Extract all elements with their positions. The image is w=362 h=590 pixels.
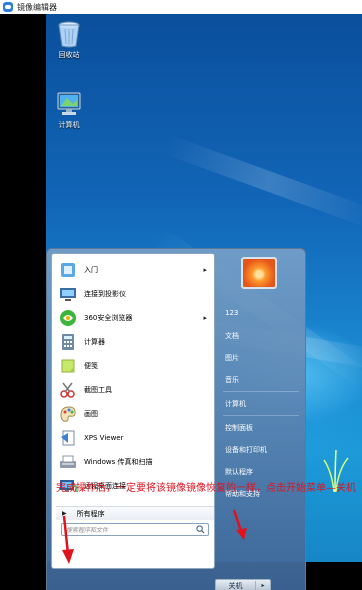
- desktop-icon-computer[interactable]: 计算机: [46, 90, 94, 130]
- start-item-label: 计算器: [84, 338, 105, 346]
- right-item-user[interactable]: 123: [225, 309, 238, 317]
- start-item-label: 连接到投影仪: [84, 290, 126, 298]
- all-programs-button[interactable]: ▶ 所有程序: [56, 506, 214, 520]
- shutdown-button-group: 关机 ▸: [215, 579, 271, 590]
- right-item-documents[interactable]: 文档: [225, 331, 239, 341]
- start-item-fax-scan[interactable]: Windows 传真和扫描: [54, 450, 212, 474]
- right-item-control-panel[interactable]: 控制面板: [225, 423, 253, 433]
- start-item-label: 截图工具: [84, 386, 112, 394]
- cloud-app-icon: [3, 2, 13, 12]
- desktop-icon-label: 回收站: [58, 51, 80, 59]
- right-item-pictures[interactable]: 图片: [225, 353, 239, 363]
- start-item-projector[interactable]: 连接到投影仪: [54, 282, 212, 306]
- projector-icon: [58, 284, 78, 304]
- start-item-label: 入门: [84, 266, 98, 274]
- paint-icon: [58, 404, 78, 424]
- remote-screen: 回收站 计算机 入门 ▸ 连接到投影仪 360安全浏览器 ▸ 计算器 便笺 截图…: [0, 14, 362, 590]
- divider: [223, 391, 299, 392]
- start-item-360-browser[interactable]: 360安全浏览器 ▸: [54, 306, 212, 330]
- desktop-icon-recycle-bin[interactable]: 回收站: [46, 20, 94, 60]
- right-item-default-programs[interactable]: 默认程序: [225, 467, 253, 477]
- fax-scan-icon: [58, 452, 78, 472]
- right-item-music[interactable]: 音乐: [225, 375, 239, 385]
- start-item-label: 360安全浏览器: [84, 314, 133, 322]
- window-title: 镜像编辑器: [17, 2, 57, 12]
- start-item-label: Windows 传真和扫描: [84, 458, 153, 466]
- red-arrow-to-shutdown: [232, 509, 247, 540]
- all-programs-label: 所有程序: [76, 509, 105, 518]
- computer-icon: [57, 92, 81, 115]
- divider: [223, 415, 299, 416]
- user-avatar[interactable]: [241, 257, 277, 289]
- recycle-bin-icon: [58, 21, 80, 48]
- instruction-annotation: 完成操作后，一定要将该镜像镜像恢复的一样，点击开始菜单—关机: [56, 483, 356, 494]
- 360-browser-icon: [58, 308, 78, 328]
- calculator-icon: [58, 332, 78, 352]
- title-bar: 镜像编辑器: [0, 0, 362, 14]
- start-item-label: 便笺: [84, 362, 98, 370]
- start-item-sticky-notes[interactable]: 便笺: [54, 354, 212, 378]
- getting-started-icon: [58, 260, 78, 280]
- right-item-computer[interactable]: 计算机: [225, 399, 246, 409]
- start-item-paint[interactable]: 画图: [54, 402, 212, 426]
- start-menu: 入门 ▸ 连接到投影仪 360安全浏览器 ▸ 计算器 便笺 截图工具 画图 XP…: [46, 248, 306, 590]
- search-icon: [196, 525, 205, 534]
- submenu-arrow-icon: ▸: [203, 314, 207, 322]
- shutdown-button[interactable]: 关机: [216, 580, 256, 590]
- desktop-icon-label: 计算机: [58, 121, 80, 129]
- start-item-label: XPS Viewer: [84, 434, 124, 442]
- sticky-notes-icon: [58, 356, 78, 376]
- start-item-calculator[interactable]: 计算器: [54, 330, 212, 354]
- submenu-arrow-icon: ▸: [203, 266, 207, 274]
- start-item-snipping-tool[interactable]: 截图工具: [54, 378, 212, 402]
- wallpaper-ray: [162, 134, 362, 229]
- shutdown-options-arrow-icon[interactable]: ▸: [256, 582, 270, 589]
- right-item-devices-printers[interactable]: 设备和打印机: [225, 445, 267, 455]
- red-arrow-to-start: [62, 515, 74, 564]
- xps-viewer-icon: [58, 428, 78, 448]
- start-item-xps-viewer[interactable]: XPS Viewer: [54, 426, 212, 450]
- start-search-input[interactable]: 搜索程序和文件: [61, 523, 209, 536]
- start-item-getting-started[interactable]: 入门 ▸: [54, 258, 212, 282]
- start-item-label: 画图: [84, 410, 98, 418]
- snipping-tool-icon: [58, 380, 78, 400]
